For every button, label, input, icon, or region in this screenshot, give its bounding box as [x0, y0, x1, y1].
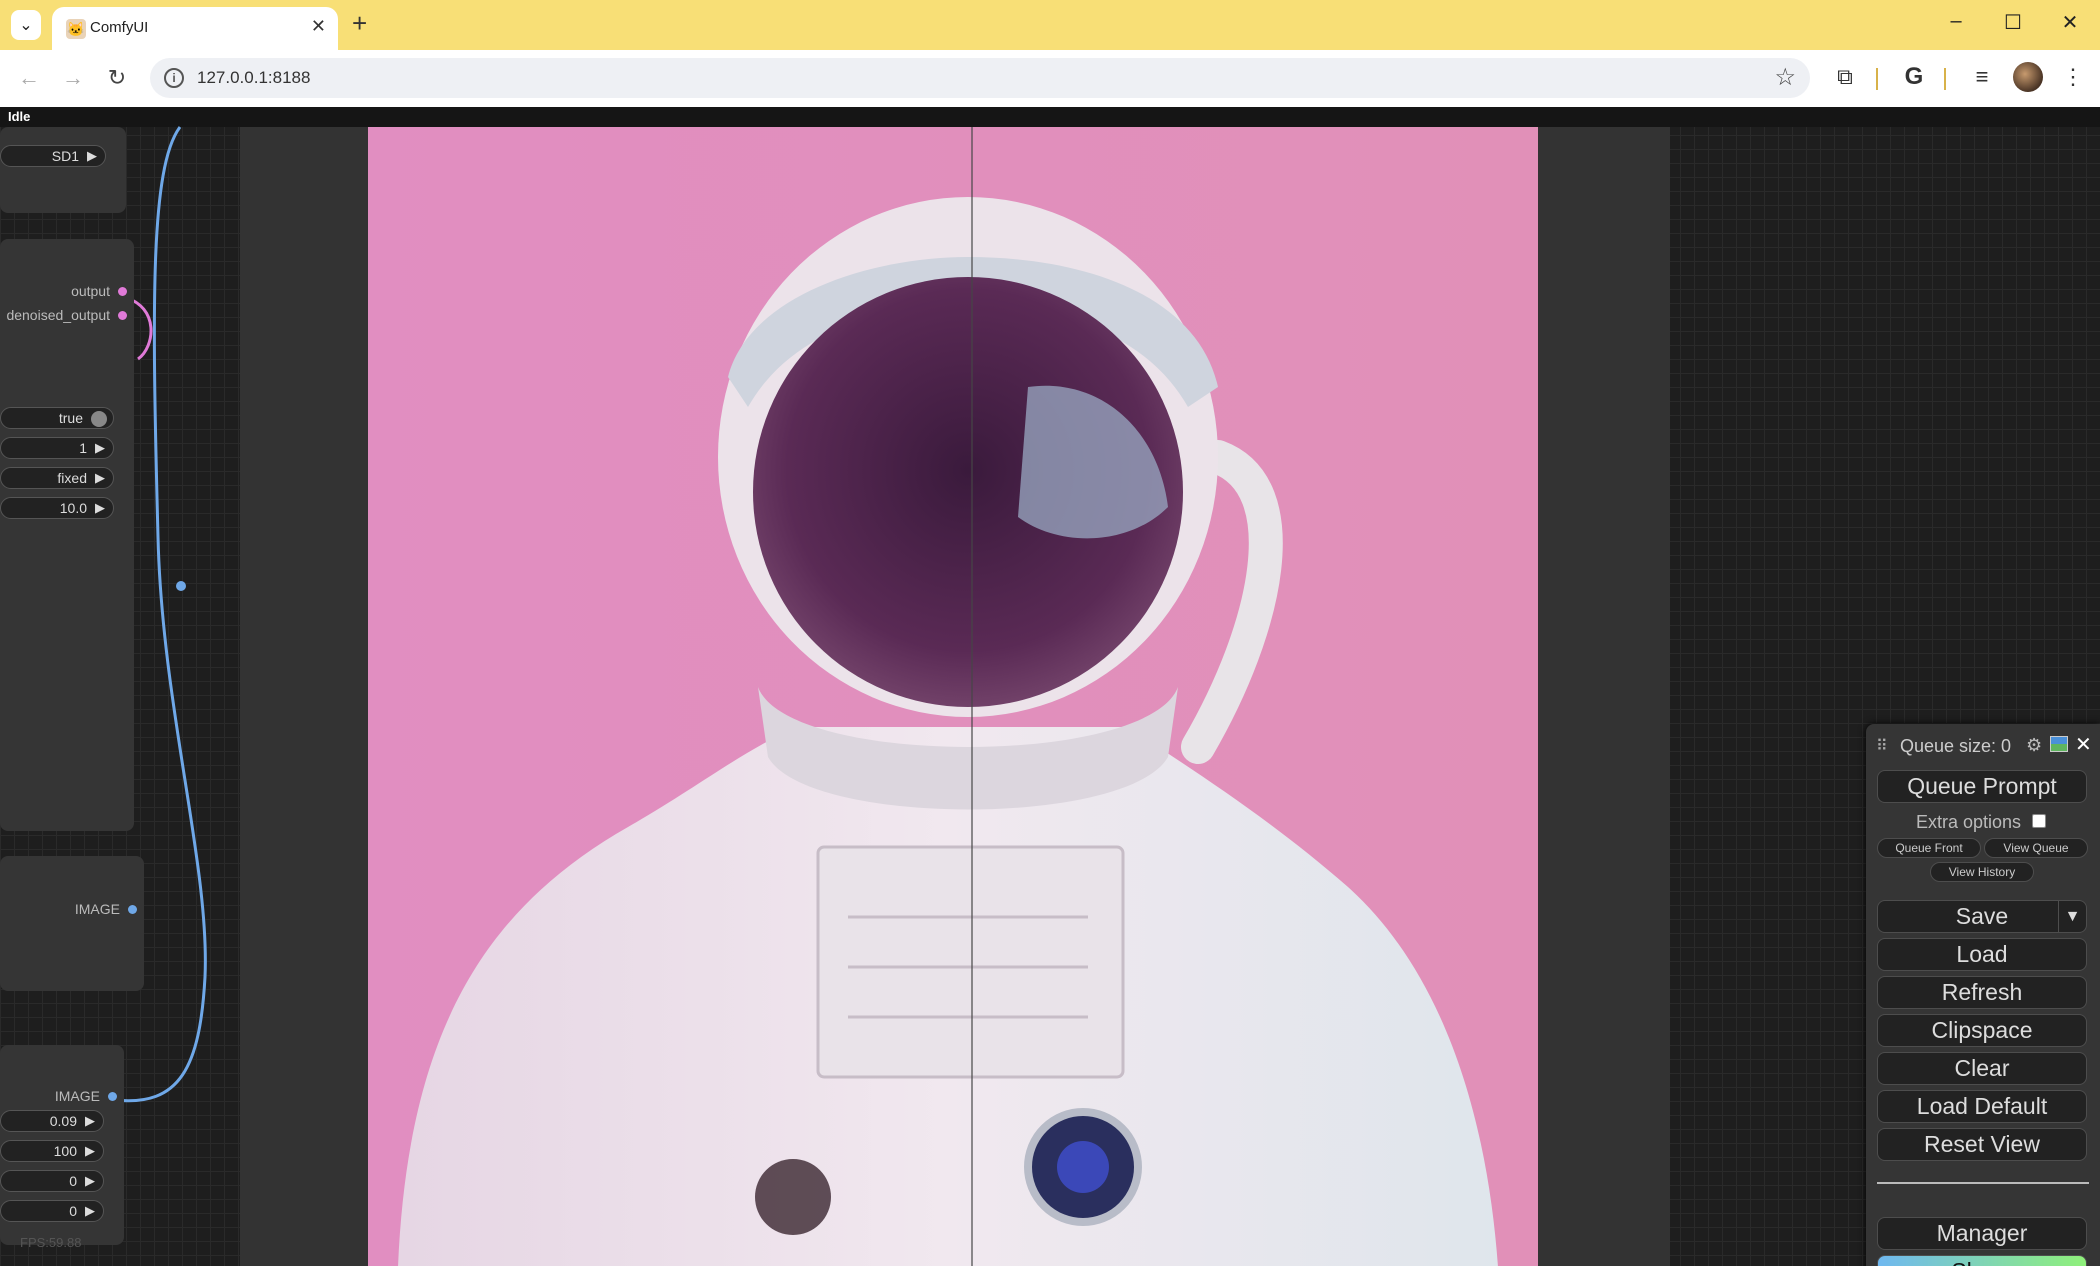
- profile-avatar[interactable]: [2013, 62, 2043, 92]
- clear-button[interactable]: Clear: [1877, 1052, 2087, 1085]
- fps-counter: FPS:59.88: [20, 1235, 82, 1250]
- output-label: output: [71, 283, 110, 299]
- output-slot[interactable]: [118, 287, 127, 296]
- queue-front-button[interactable]: Queue Front: [1877, 838, 1981, 858]
- share-button[interactable]: Share: [1877, 1255, 2087, 1266]
- tab-close-icon[interactable]: ✕: [311, 16, 326, 37]
- media-controls-icon[interactable]: ≡: [1967, 62, 1997, 92]
- widget-number[interactable]: 0.09 ▶: [0, 1110, 104, 1132]
- widget-number[interactable]: 100 ▶: [0, 1140, 104, 1162]
- google-icon[interactable]: G: [1899, 62, 1929, 92]
- chevron-down-icon: ⌄: [19, 17, 33, 34]
- reset-view-button[interactable]: Reset View: [1877, 1128, 2087, 1161]
- forward-arrow-icon[interactable]: →: [56, 61, 90, 95]
- astronaut-image-comparison[interactable]: [368, 127, 1538, 1266]
- link-reroute-dot: [176, 581, 186, 591]
- kebab-menu-icon[interactable]: ⋮: [2058, 62, 2088, 92]
- clipspace-button[interactable]: Clipspace: [1877, 1014, 2087, 1047]
- comfy-menu-panel: ⠿ Queue size: 0 ⚙ ✕ Queue Prompt Extra o…: [1866, 724, 2100, 1266]
- save-button[interactable]: Save ▼: [1877, 900, 2087, 933]
- widget-number[interactable]: 1 ▶: [0, 437, 114, 459]
- comfyui-favicon-icon: 🐱: [66, 19, 86, 39]
- new-tab-button[interactable]: +: [352, 8, 367, 39]
- node-image-output[interactable]: IMAGE: [0, 856, 144, 991]
- site-info-icon[interactable]: i: [164, 68, 184, 88]
- manager-button[interactable]: Manager: [1877, 1217, 2087, 1250]
- toolbar-separator: [1944, 68, 1946, 90]
- output-label: IMAGE: [74, 901, 120, 917]
- node-checkpoint[interactable]: SD1 ▶: [0, 127, 126, 213]
- triangle-right-icon: ▶: [95, 470, 105, 485]
- toolbar-separator: [1876, 68, 1878, 90]
- widget-number[interactable]: 0 ▶: [0, 1200, 104, 1222]
- drag-handle-icon[interactable]: ⠿: [1876, 736, 1888, 756]
- widget-number[interactable]: 0 ▶: [0, 1170, 104, 1192]
- node-image-adjust[interactable]: IMAGE 0.09 ▶ 100 ▶ 0 ▶ 0 ▶: [0, 1045, 124, 1245]
- output-slot[interactable]: [118, 311, 127, 320]
- node-sampler[interactable]: output denoised_output true 1 ▶ fixed ▶ …: [0, 239, 134, 831]
- window-close-icon[interactable]: ✕: [2055, 10, 2085, 35]
- image-feed-icon[interactable]: [2050, 736, 2068, 752]
- queue-size-label: Queue size: 0: [1900, 736, 2012, 756]
- output-label: IMAGE: [54, 1088, 100, 1104]
- tab-search-button[interactable]: ⌄: [11, 10, 41, 40]
- triangle-right-icon: ▶: [85, 1203, 95, 1218]
- back-arrow-icon[interactable]: ←: [12, 61, 46, 95]
- comparison-divider[interactable]: [971, 127, 973, 1266]
- load-default-button[interactable]: Load Default: [1877, 1090, 2087, 1123]
- widget-sd1[interactable]: SD1 ▶: [0, 145, 106, 167]
- bookmark-star-icon[interactable]: ☆: [1774, 63, 1796, 92]
- browser-toolbar: ← → ↻ i 127.0.0.1:8188 ☆ ⧉ G ≡ ⋮: [0, 50, 2100, 107]
- toggle-knob-icon: [91, 411, 107, 427]
- graph-canvas[interactable]: Idle SD1 ▶ output denoised_output true 1…: [0, 107, 2100, 1266]
- extra-options-checkbox[interactable]: [2032, 814, 2046, 828]
- widget-toggle[interactable]: true: [0, 407, 114, 429]
- output-slot[interactable]: [108, 1092, 117, 1101]
- triangle-right-icon: ▶: [85, 1173, 95, 1188]
- minimize-icon[interactable]: –: [1941, 10, 1971, 33]
- output-label: denoised_output: [6, 307, 110, 323]
- widget-number[interactable]: 10.0 ▶: [0, 497, 114, 519]
- suit-connector-left: [755, 1159, 831, 1235]
- close-icon[interactable]: ✕: [2075, 732, 2092, 757]
- refresh-button[interactable]: Refresh: [1877, 976, 2087, 1009]
- browser-titlebar: ⌄ 🐱 ComfyUI ✕ + – ☐ ✕: [0, 0, 2100, 50]
- panel-divider: [1877, 1182, 2089, 1184]
- queue-prompt-button[interactable]: Queue Prompt: [1877, 770, 2087, 803]
- url-text[interactable]: 127.0.0.1:8188: [197, 68, 310, 88]
- dropdown-arrow-icon[interactable]: ▼: [2058, 901, 2086, 932]
- triangle-right-icon: ▶: [95, 440, 105, 455]
- extra-options-label: Extra options: [1916, 812, 2022, 832]
- gear-icon[interactable]: ⚙: [2026, 735, 2042, 756]
- triangle-right-icon: ▶: [95, 500, 105, 515]
- widget-combo[interactable]: fixed ▶: [0, 467, 114, 489]
- triangle-right-icon: ▶: [85, 1143, 95, 1158]
- view-queue-button[interactable]: View Queue: [1984, 838, 2088, 858]
- triangle-right-icon: ▶: [87, 148, 97, 163]
- astronaut-illustration: [398, 197, 1498, 1266]
- save-label: Save: [1955, 903, 2009, 929]
- tab-title: ComfyUI: [90, 19, 149, 36]
- view-history-button[interactable]: View History: [1930, 862, 2034, 882]
- output-slot[interactable]: [128, 905, 137, 914]
- load-button[interactable]: Load: [1877, 938, 2087, 971]
- address-bar[interactable]: i 127.0.0.1:8188 ☆: [150, 58, 1810, 98]
- browser-tab[interactable]: 🐱 ComfyUI ✕: [52, 7, 338, 50]
- reload-icon[interactable]: ↻: [100, 61, 134, 95]
- triangle-right-icon: ▶: [85, 1113, 95, 1128]
- maximize-icon[interactable]: ☐: [1998, 10, 2028, 35]
- extensions-icon[interactable]: ⧉: [1830, 62, 1860, 92]
